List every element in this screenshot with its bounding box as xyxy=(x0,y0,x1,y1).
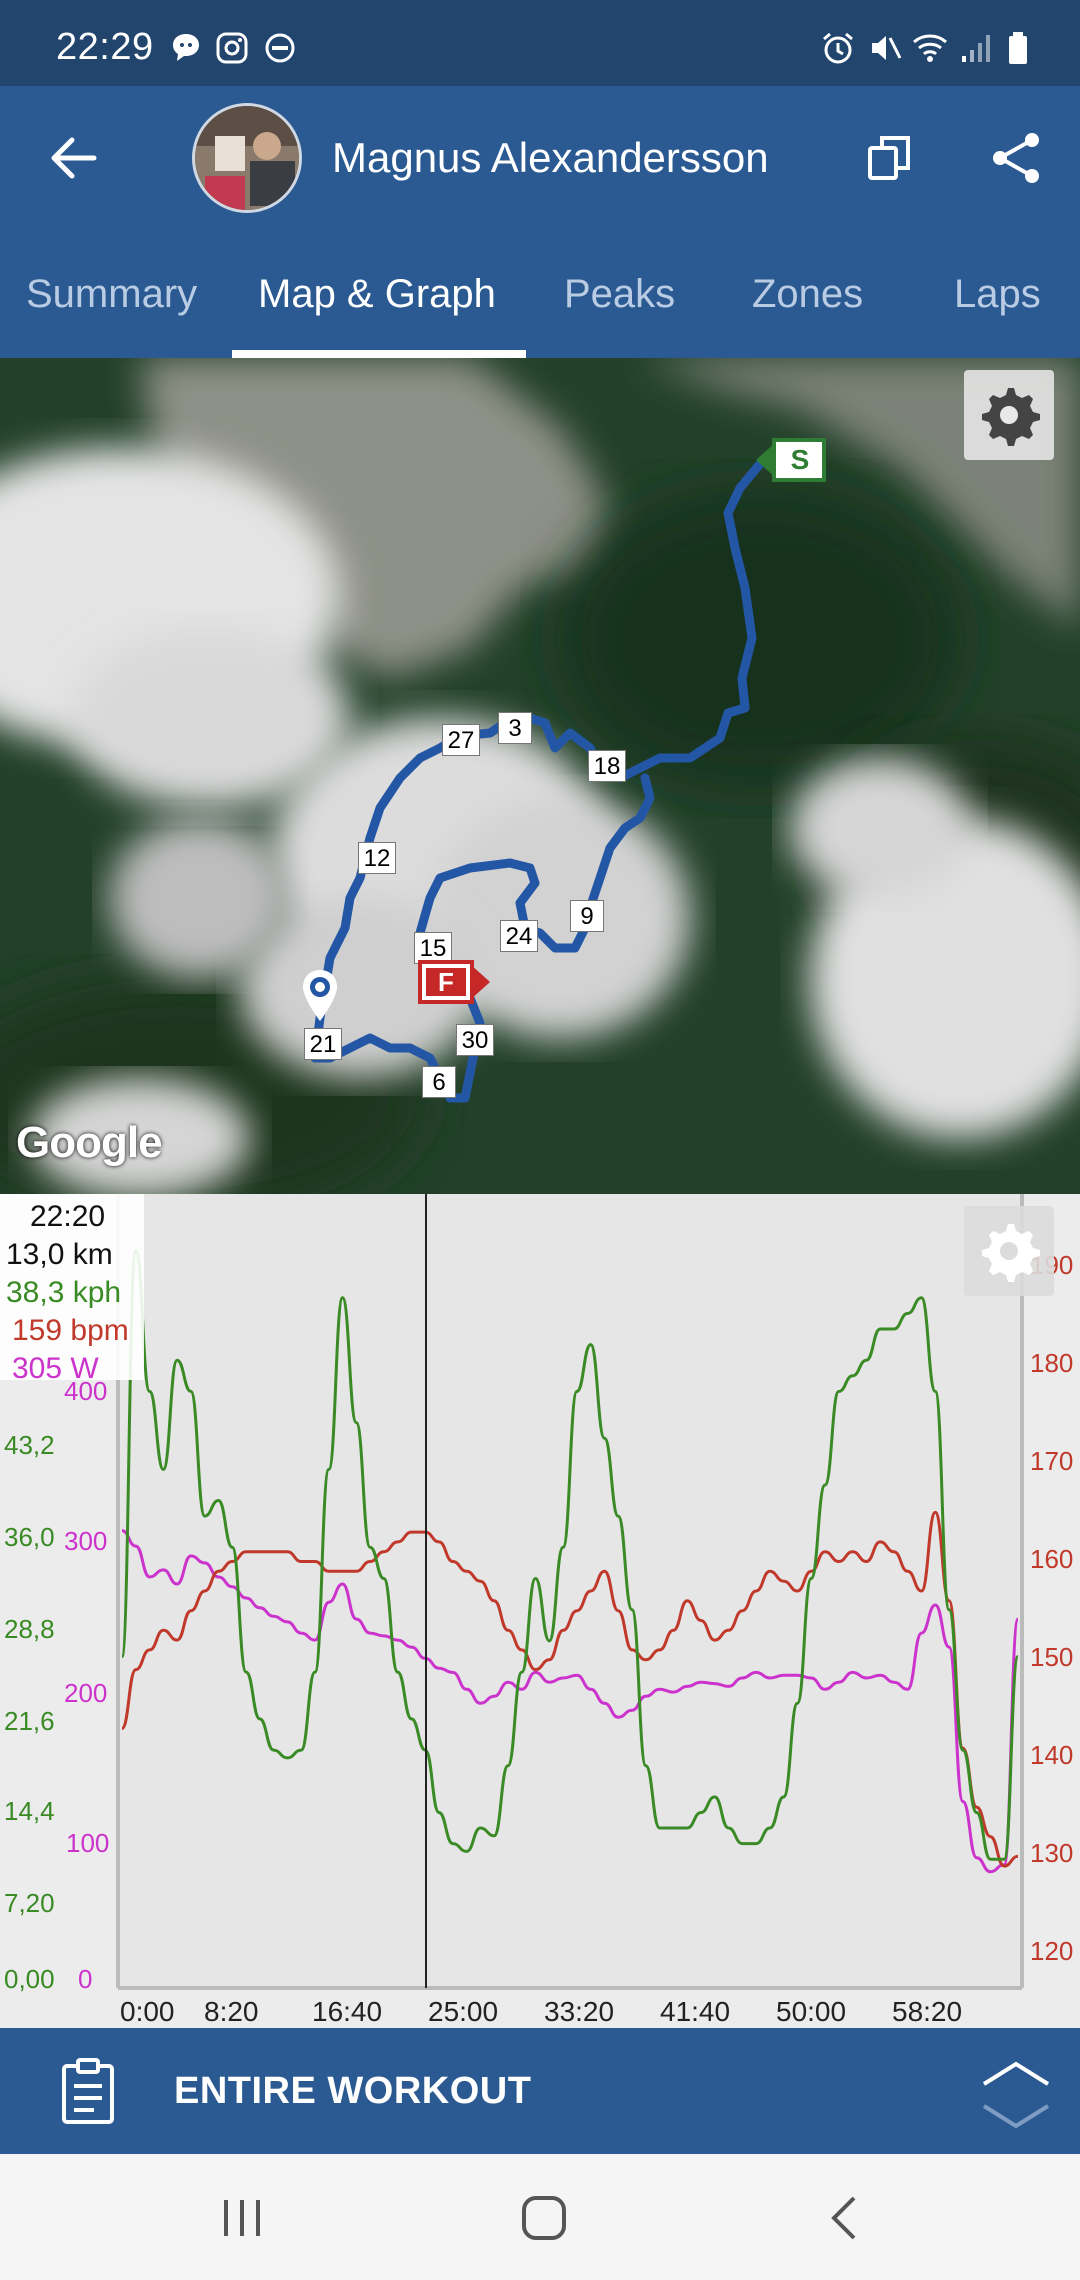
back-arrow-icon[interactable] xyxy=(44,128,104,188)
tab-laps[interactable]: Laps xyxy=(954,272,1041,317)
km-marker: 6 xyxy=(422,1066,456,1098)
copy-icon[interactable] xyxy=(864,132,916,184)
hr-axis-label: 170 xyxy=(1030,1446,1074,1476)
battery-icon xyxy=(1009,32,1027,64)
readout-distance: 13,0 km xyxy=(6,1238,113,1271)
hr-axis-label: 140 xyxy=(1030,1740,1074,1770)
hr-axis-label: 180 xyxy=(1030,1348,1074,1378)
cursor-readout: 22:20 13,0 km 38,3 kph 159 bpm 305 W xyxy=(0,1194,144,1385)
tab-summary[interactable]: Summary xyxy=(26,272,197,317)
share-icon[interactable] xyxy=(988,130,1044,186)
system-nav-bar xyxy=(0,2154,1080,2280)
signal-icon xyxy=(962,35,990,62)
speed-axis-label: 14,4 xyxy=(4,1796,55,1826)
status-time: 22:29 xyxy=(56,26,154,68)
gear-icon xyxy=(982,1224,1040,1282)
google-attribution: Google xyxy=(16,1118,163,1167)
clipboard-icon xyxy=(62,2058,114,2124)
time-axis-label: 8:20 xyxy=(204,1996,259,2027)
km-marker: 9 xyxy=(570,900,604,932)
chevron-up-down-icon[interactable] xyxy=(976,2054,1056,2134)
time-axis-label: 0:00 xyxy=(120,1996,175,2027)
gear-icon xyxy=(982,388,1040,446)
readout-speed: 38,3 kph xyxy=(6,1276,122,1309)
message-icon xyxy=(173,34,199,61)
home-icon[interactable] xyxy=(514,2190,574,2246)
power-axis-label: 0 xyxy=(78,1964,93,1994)
time-axis-label: 41:40 xyxy=(660,1996,731,2027)
readout-time: 22:20 xyxy=(30,1200,106,1233)
instagram-icon xyxy=(216,32,248,64)
power-axis-label: 300 xyxy=(64,1526,108,1556)
hr-axis-label: 150 xyxy=(1030,1642,1074,1672)
time-axis-label: 50:00 xyxy=(776,1996,847,2027)
status-bar: 22:29 xyxy=(0,0,1080,86)
active-tab-indicator xyxy=(232,350,526,358)
power-axis-label: 200 xyxy=(64,1678,108,1708)
do-not-disturb-icon xyxy=(265,33,295,63)
map-settings-button[interactable] xyxy=(964,370,1054,460)
app-bar: Magnus Alexandersson xyxy=(0,86,1080,234)
time-axis-label: 58:20 xyxy=(892,1996,963,2027)
tab-peaks[interactable]: Peaks xyxy=(564,272,675,317)
hr-axis-label: 130 xyxy=(1030,1838,1074,1868)
mute-icon xyxy=(872,36,902,60)
time-axis-label: 33:20 xyxy=(544,1996,615,2027)
power-axis-label: 100 xyxy=(66,1828,110,1858)
app-root: 22:29 Magnus Alexandersson Summary Map &… xyxy=(0,0,1080,2280)
workout-selector-bar[interactable]: ENTIRE WORKOUT xyxy=(0,2028,1080,2154)
wifi-icon xyxy=(913,34,947,62)
entire-workout-label: ENTIRE WORKOUT xyxy=(174,2070,532,2112)
readout-power: 305 W xyxy=(12,1352,99,1385)
alarm-icon xyxy=(823,32,853,64)
speed-axis-label: 28,8 xyxy=(4,1614,55,1644)
hr-axis-label: 120 xyxy=(1030,1936,1074,1966)
km-marker: 30 xyxy=(456,1024,494,1056)
graph-settings-button[interactable] xyxy=(964,1206,1054,1296)
tab-map-graph[interactable]: Map & Graph xyxy=(258,272,496,317)
recent-apps-icon[interactable] xyxy=(212,2190,272,2246)
km-marker: 24 xyxy=(500,920,538,952)
current-position-pin-icon xyxy=(303,970,337,1021)
graph-chart xyxy=(116,1194,1024,1990)
user-name: Magnus Alexandersson xyxy=(332,134,769,181)
speed-axis-label: 43,2 xyxy=(4,1430,55,1460)
workout-graph[interactable] xyxy=(0,1194,1080,2028)
back-icon[interactable] xyxy=(816,2190,876,2246)
tab-zones[interactable]: Zones xyxy=(752,272,863,317)
speed-axis-label: 36,0 xyxy=(4,1522,55,1552)
speed-axis-label: 7,20 xyxy=(4,1888,55,1918)
tab-bar: Summary Map & Graph Peaks Zones Laps xyxy=(0,234,1080,358)
km-marker: 18 xyxy=(588,750,626,782)
readout-heart-rate: 159 bpm xyxy=(12,1314,129,1347)
avatar-photo xyxy=(195,106,299,210)
km-marker: 21 xyxy=(304,1028,342,1060)
speed-axis-label: 21,6 xyxy=(4,1706,55,1736)
time-axis-label: 16:40 xyxy=(312,1996,383,2027)
avatar[interactable] xyxy=(192,103,302,213)
finish-label: F xyxy=(438,967,454,997)
plot-area xyxy=(118,1194,1022,1988)
start-label: S xyxy=(790,444,810,475)
satellite-map xyxy=(0,358,1080,1194)
km-marker: 27 xyxy=(442,724,480,756)
route-map[interactable]: 3 27 18 12 9 24 15 30 21 6 S F xyxy=(0,358,1080,1194)
km-marker: 12 xyxy=(358,842,396,874)
time-axis-label: 25:00 xyxy=(428,1996,499,2027)
km-marker: 3 xyxy=(498,712,532,744)
hr-axis-label: 160 xyxy=(1030,1544,1074,1574)
speed-axis-label: 0,00 xyxy=(4,1964,55,1994)
